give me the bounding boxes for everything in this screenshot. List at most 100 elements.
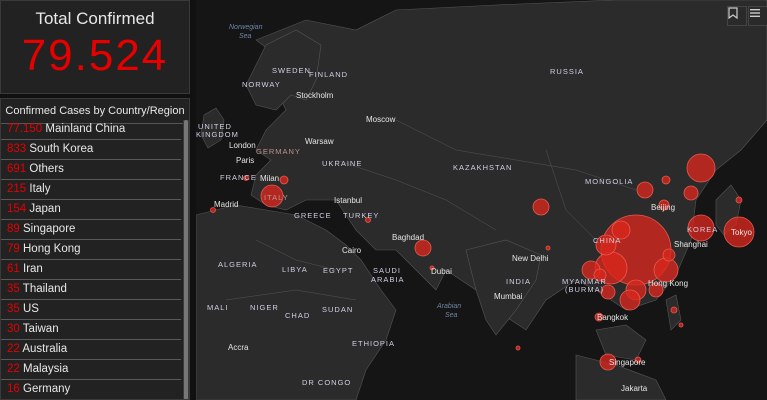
country-count: 77.150	[7, 123, 43, 135]
mongolia-label: MONGOLIA	[585, 177, 634, 186]
country-row[interactable]: 833 South Korea	[1, 140, 181, 160]
country-name: Iran	[23, 263, 43, 275]
country-row[interactable]: 16 Germany	[1, 380, 181, 399]
country-count: 22	[7, 343, 20, 355]
country-row[interactable]: 215 Italy	[1, 180, 181, 200]
country-count: 61	[7, 263, 20, 275]
saudi-label: SAUDI	[373, 266, 401, 275]
country-count: 215	[7, 183, 27, 195]
london-label: London	[229, 141, 256, 150]
world-map[interactable]: Norwegian Sea SWEDEN FINLAND NORWAY Stoc…	[196, 0, 767, 400]
country-row[interactable]: 22 Malaysia	[1, 360, 181, 380]
sweden-label: SWEDEN	[272, 66, 311, 75]
bookmark-icon	[728, 7, 738, 19]
kingdom-label: KINGDOM	[196, 130, 239, 139]
mumbai-label: Mumbai	[494, 292, 523, 301]
istanbul-label: Istanbul	[334, 196, 363, 205]
country-name: Germany	[23, 383, 71, 395]
country-name: Thailand	[22, 283, 67, 295]
singapore-map-label: Singapore	[609, 358, 646, 367]
country-row[interactable]: 30 Taiwan	[1, 320, 181, 340]
dubai-label: Dubai	[431, 267, 452, 276]
chad-label: CHAD	[285, 311, 311, 320]
country-name: Australia	[22, 343, 68, 355]
list-icon	[750, 9, 760, 17]
cairo-label: Cairo	[342, 246, 362, 255]
norwegian-sea-label-2: Sea	[239, 33, 252, 40]
country-count: 30	[7, 323, 20, 335]
warsaw-label: Warsaw	[305, 137, 334, 146]
germany-map-label: GERMANY	[256, 147, 301, 156]
country-count: 22	[7, 363, 20, 375]
madrid-label: Madrid	[214, 200, 239, 209]
norwegian-sea-label: Norwegian	[229, 24, 263, 31]
country-row[interactable]: 22 Australia	[1, 340, 181, 360]
france-label: FRANCE	[220, 173, 257, 182]
bookmark-button[interactable]	[727, 6, 747, 26]
accra-label: Accra	[228, 343, 249, 352]
country-name: Singapore	[23, 223, 76, 235]
scrollbar-thumb[interactable]	[184, 120, 188, 399]
moscow-label: Moscow	[366, 115, 396, 124]
country-name: Italy	[29, 183, 51, 195]
country-count: 16	[7, 383, 20, 395]
bangkok-label: Bangkok	[597, 313, 629, 322]
ukraine-label: UKRAINE	[322, 159, 363, 168]
burma-label: (BURMA)	[565, 285, 605, 294]
layer-list-button[interactable]	[748, 6, 767, 26]
egypt-label: EGYPT	[323, 266, 354, 275]
country-name: Japan	[29, 203, 61, 215]
total-confirmed-value: 79.524	[21, 31, 169, 80]
paris-label: Paris	[236, 156, 255, 165]
ethiopia-label: ETHIOPIA	[352, 339, 396, 348]
beijing-label: Beijing	[651, 203, 676, 212]
country-row[interactable]: 77.150 Mainland China	[1, 120, 181, 140]
country-count: 89	[7, 223, 20, 235]
korea-label: KOREA	[687, 225, 719, 234]
baghdad-label: Baghdad	[392, 233, 425, 242]
country-name: Others	[29, 163, 64, 175]
country-row[interactable]: 89 Singapore	[1, 220, 181, 240]
country-row[interactable]: 61 Iran	[1, 260, 181, 280]
country-list[interactable]: 77.150 Mainland China 833 South Korea 691 …	[1, 120, 181, 399]
italy-map-label: ITALY	[264, 193, 289, 202]
country-row[interactable]: 79 Hong Kong	[1, 240, 181, 260]
libya-label: LIBYA	[282, 265, 308, 274]
jakarta-label: Jakarta	[621, 384, 648, 393]
russia-label: RUSSIA	[550, 67, 584, 76]
niger-label: NIGER	[250, 303, 279, 312]
country-name: South Korea	[29, 143, 94, 155]
country-name: Hong Kong	[23, 243, 81, 255]
list-scrollbar[interactable]	[183, 120, 189, 399]
india-label: INDIA	[506, 277, 532, 286]
country-name: Malaysia	[23, 363, 69, 375]
arabia-label: ARABIA	[371, 275, 405, 284]
shanghai-label: Shanghai	[674, 240, 708, 249]
country-count: 79	[7, 243, 20, 255]
country-row[interactable]: 691 Others	[1, 160, 181, 180]
country-row[interactable]: 35 Thailand	[1, 280, 181, 300]
finland-label: FINLAND	[309, 70, 349, 79]
country-count: 154	[7, 203, 27, 215]
algeria-label: ALGERIA	[218, 260, 258, 269]
country-count: 833	[7, 143, 27, 155]
country-count: 691	[7, 163, 27, 175]
dr-congo-label: DR CONGO	[302, 378, 352, 387]
country-count: 35	[7, 283, 20, 295]
kazakhstan-label: KAZAKHSTAN	[453, 163, 513, 172]
mali-label: MALI	[207, 303, 229, 312]
greece-label: GREECE	[294, 211, 332, 220]
milan-label: Milan	[260, 174, 280, 183]
country-name: US	[23, 303, 39, 315]
tokyo-label: Tokyo	[731, 228, 752, 237]
country-list-panel: Confirmed Cases by Country/Region 77.150…	[0, 98, 190, 400]
hong-kong-label: Hong Kong	[648, 279, 689, 288]
country-row[interactable]: 154 Japan	[1, 200, 181, 220]
sudan-label: SUDAN	[322, 305, 354, 314]
total-confirmed-title: Total Confirmed	[35, 9, 155, 28]
stockholm-label: Stockholm	[296, 91, 334, 100]
total-confirmed-panel: Total Confirmed 79.524	[0, 0, 190, 94]
country-row[interactable]: 35 US	[1, 300, 181, 320]
turkey-label: TURKEY	[343, 211, 380, 220]
new-delhi-label: New Delhi	[512, 254, 549, 263]
